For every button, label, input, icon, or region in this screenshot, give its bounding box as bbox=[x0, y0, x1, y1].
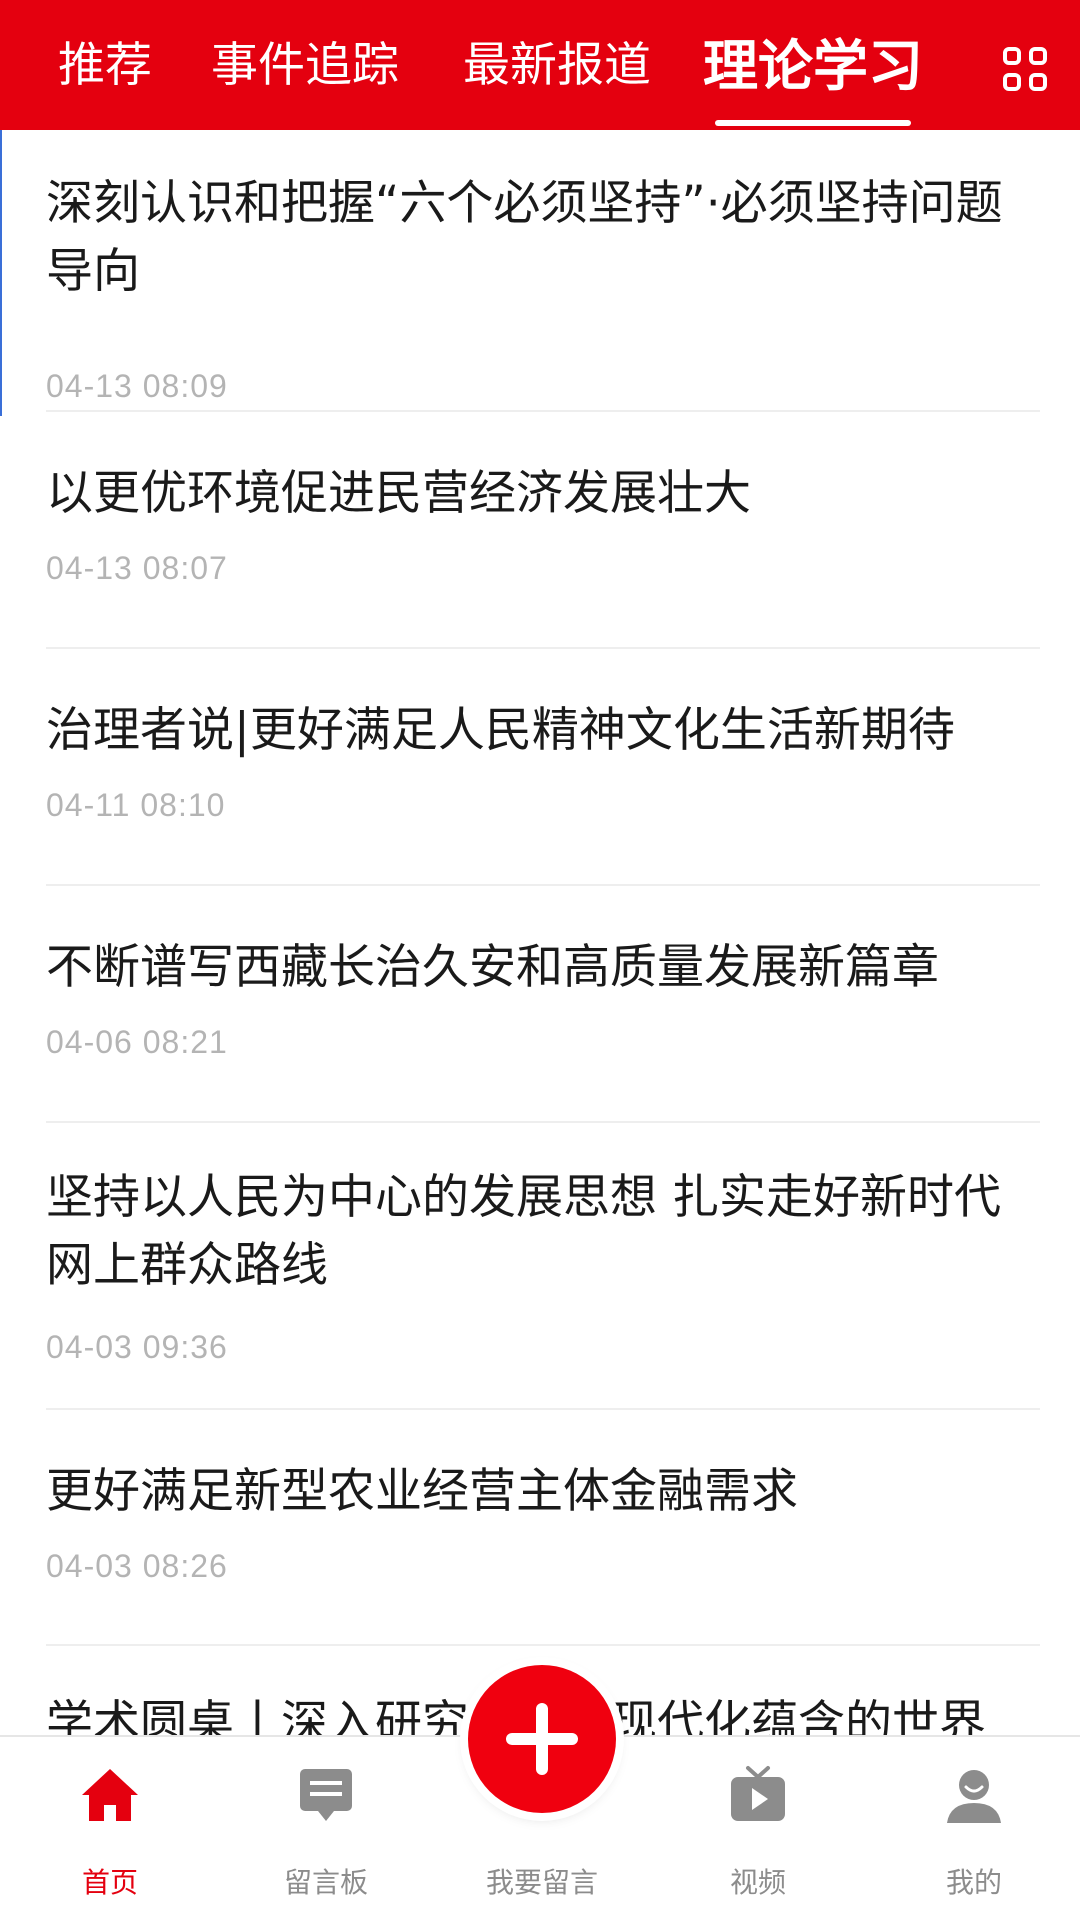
news-time: 04-11 08:10 bbox=[46, 787, 226, 823]
message-board-icon bbox=[300, 1769, 352, 1821]
nav-video[interactable]: 视频 bbox=[668, 1737, 848, 1922]
nav-label: 我要留言 bbox=[485, 1866, 598, 1899]
news-list[interactable]: 深刻认识和把握“六个必须坚持”·必须坚持问题导向 04-13 08:09 以更优… bbox=[0, 130, 1080, 1750]
top-tab-bar: 推荐 事件追踪 最新报道 理论学习 bbox=[0, 0, 1080, 130]
news-item[interactable]: 更好满足新型农业经营主体金融需求 04-03 08:26 bbox=[46, 1458, 1040, 1648]
news-time: 04-13 08:07 bbox=[46, 550, 228, 586]
tab-recommend[interactable]: 推荐 bbox=[58, 0, 152, 130]
news-time: 04-06 08:21 bbox=[46, 1024, 228, 1060]
divider bbox=[46, 884, 1040, 886]
home-icon bbox=[82, 1769, 138, 1821]
user-icon bbox=[947, 1770, 1001, 1823]
news-item[interactable]: 以更优环境促进民营经济发展壮大 04-13 08:07 bbox=[46, 460, 1040, 650]
news-title: 治理者说|更好满足人民精神文化生活新期待 bbox=[46, 703, 955, 758]
news-title: 深刻认识和把握“六个必须坚持”·必须坚持问题导向 bbox=[46, 176, 1003, 299]
news-item[interactable]: 不断谱写西藏长治久安和高质量发展新篇章 04-06 08:21 bbox=[46, 934, 1040, 1124]
divider bbox=[46, 1644, 1040, 1646]
news-title: 以更优环境促进民营经济发展壮大 bbox=[46, 466, 751, 521]
nav-mine[interactable]: 我的 bbox=[884, 1737, 1064, 1922]
grid-icon[interactable] bbox=[1003, 47, 1047, 91]
divider bbox=[46, 1408, 1040, 1410]
nav-message-board[interactable]: 留言板 bbox=[236, 1737, 416, 1922]
nav-label: 留言板 bbox=[283, 1866, 368, 1899]
news-time: 04-03 08:26 bbox=[46, 1548, 228, 1584]
tab-latest-reports[interactable]: 最新报道 bbox=[463, 0, 651, 130]
news-item[interactable]: 深刻认识和把握“六个必须坚持”·必须坚持问题导向 04-13 08:09 bbox=[46, 170, 1040, 420]
divider bbox=[46, 647, 1040, 649]
news-title: 坚持以人民为中心的发展思想 扎实走好新时代网上群众路线 bbox=[46, 1170, 1001, 1293]
news-time: 04-13 08:09 bbox=[46, 368, 228, 404]
news-title: 更好满足新型农业经营主体金融需求 bbox=[46, 1464, 798, 1519]
tab-event-tracking[interactable]: 事件追踪 bbox=[211, 0, 399, 130]
nav-label: 首页 bbox=[81, 1866, 138, 1899]
divider bbox=[46, 410, 1040, 412]
tab-theory-study[interactable]: 理论学习 bbox=[703, 0, 923, 130]
nav-home[interactable]: 首页 bbox=[20, 1737, 200, 1922]
news-time: 04-03 09:36 bbox=[46, 1329, 228, 1365]
nav-label: 视频 bbox=[729, 1866, 786, 1899]
nav-label: 我的 bbox=[945, 1866, 1002, 1899]
plus-icon[interactable] bbox=[468, 1665, 616, 1813]
video-icon bbox=[731, 1766, 785, 1821]
news-item[interactable]: 治理者说|更好满足人民精神文化生活新期待 04-11 08:10 bbox=[46, 697, 1040, 887]
divider bbox=[46, 1121, 1040, 1123]
news-title: 不断谱写西藏长治久安和高质量发展新篇章 bbox=[46, 940, 939, 995]
news-item[interactable]: 坚持以人民为中心的发展思想 扎实走好新时代网上群众路线 04-03 09:36 bbox=[46, 1164, 1040, 1414]
